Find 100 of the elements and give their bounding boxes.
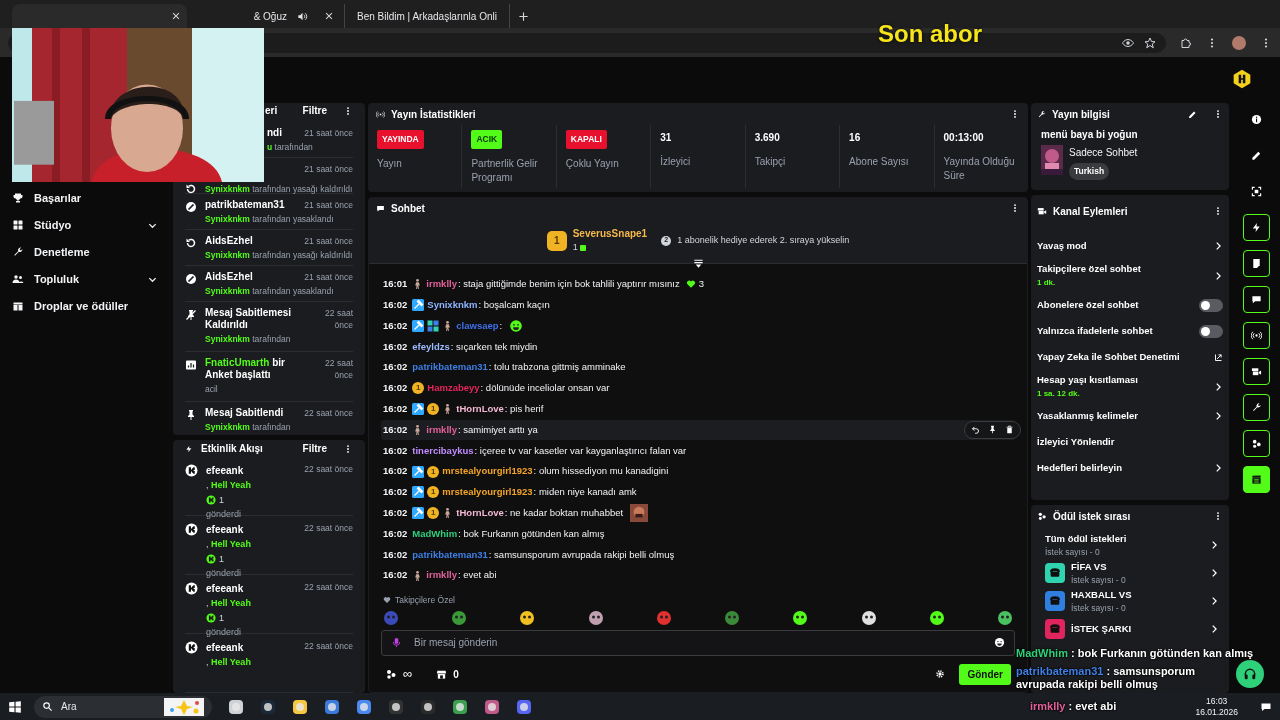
username[interactable]: tHornLove xyxy=(456,506,504,521)
username: efeeank xyxy=(206,641,245,655)
username[interactable]: Synixknkm xyxy=(427,298,478,313)
send-button[interactable]: Gönder xyxy=(959,663,1011,685)
shop-count: 0 xyxy=(453,667,459,682)
reward-title[interactable]: FİFA VS xyxy=(1071,559,1203,574)
timestamp: 22 saat önce xyxy=(324,356,353,381)
username[interactable]: mrstealyourgirl1923 xyxy=(442,485,533,500)
timestamp: 22 saat önce xyxy=(304,406,353,419)
reward-title[interactable]: İSTEK ŞARKI xyxy=(1071,621,1203,637)
nav-item[interactable]: Başarılar xyxy=(12,188,158,208)
panel-title: Yayın İstatistikleri xyxy=(391,107,477,122)
action-label[interactable]: Hesap yaşı kısıtlaması xyxy=(1037,373,1209,388)
log-detail: Synixknkm tarafından yasaklandı xyxy=(205,213,335,226)
action-label[interactable]: Abonelere özel sohbet xyxy=(1037,297,1195,313)
log-detail: Synixknkm tarafından yasağı kaldırıldı xyxy=(205,249,353,262)
message-text: : dölünüde inceliolar onsan var xyxy=(480,381,610,396)
emote-set-label: Takipçilere Özel xyxy=(395,593,455,607)
timestamp: 16:02 xyxy=(383,339,408,354)
activity-verb: gönderdi xyxy=(206,626,243,639)
tier-badge: 1 xyxy=(412,382,425,395)
message-text: : sıçarken tek miydin xyxy=(450,339,538,354)
username[interactable]: irmklly xyxy=(426,422,457,438)
taskbar-search[interactable]: Ara xyxy=(34,695,212,718)
category: Sadece Sohbet xyxy=(1069,146,1138,160)
panel-title: Etkinlik Akışı xyxy=(201,442,264,456)
username[interactable]: tHornLove xyxy=(456,402,504,417)
panel-title: eri xyxy=(265,104,279,118)
username[interactable]: mrstealyourgirl1923 xyxy=(442,464,533,479)
action-label[interactable]: Hedefleri belirleyin xyxy=(1037,460,1209,476)
timestamp: 16:01 xyxy=(383,277,408,292)
stat-value: 16 xyxy=(849,131,862,145)
nav-item[interactable]: Droplar ve ödüller xyxy=(12,296,158,316)
reward-name: , Hell Yeah xyxy=(206,538,252,551)
username[interactable]: efeyldzs xyxy=(412,339,450,354)
stat-label: Partnerlik Gelir Programı xyxy=(471,156,539,185)
stat-label: Çoklu Yayın xyxy=(565,156,620,171)
timestamp: 16:02 xyxy=(383,318,408,333)
action-label[interactable]: Yalnızca ifadelerle sohbet xyxy=(1037,323,1195,339)
nav-item[interactable]: Denetleme xyxy=(12,242,158,262)
status-badge: YAYINDA xyxy=(377,130,424,149)
message-text: : tolu trabzona gittmiş amminake xyxy=(488,360,626,375)
panel-title: Kanal Eylemleri xyxy=(1053,204,1129,219)
message-input[interactable]: Bir mesaj gönderin xyxy=(381,629,1015,656)
activity-verb: gönderdi xyxy=(206,508,243,521)
timestamp: 21 saat önce xyxy=(304,127,353,139)
message-text: : bok Furkanın götünden kan almış xyxy=(458,526,605,541)
action-label[interactable]: Yavaş mod xyxy=(1037,238,1209,254)
timestamp: 16:02 xyxy=(383,568,408,583)
stat-value: 00:13:00 xyxy=(943,131,985,145)
timestamp: 16:02 xyxy=(383,526,408,541)
timestamp: 21 saat önce xyxy=(304,199,353,211)
reward-name: , Hell Yeah xyxy=(206,479,252,492)
timestamp: 21 saat önce xyxy=(304,163,353,175)
username[interactable]: patrikbateman31 xyxy=(412,360,488,375)
action-label[interactable]: Takipçilere özel sohbet xyxy=(1037,262,1209,277)
log-detail: Synixknkm tarafından xyxy=(205,420,292,434)
points-balance: ∞ xyxy=(403,665,413,684)
username[interactable]: tinercibaykus xyxy=(412,443,474,458)
activity-verb: gönderdi xyxy=(206,567,243,580)
username[interactable]: clawsaep xyxy=(456,318,499,334)
timestamp: 22 saat önce xyxy=(304,640,353,653)
log-title: AidsEzhel xyxy=(205,235,254,247)
stat-label: Abone Sayısı xyxy=(849,155,910,169)
log-title: ndi xyxy=(267,127,283,139)
message-text: : ne kadar boktan muhabbet xyxy=(504,506,624,521)
username[interactable]: patrikbateman31 xyxy=(412,547,488,562)
message-text: : pis herif xyxy=(504,402,544,417)
filter-button[interactable]: Filtre xyxy=(302,441,327,456)
username[interactable]: MadWhim xyxy=(412,526,458,542)
log-note: acil xyxy=(205,382,219,396)
username: efeeank xyxy=(206,582,245,596)
action-label[interactable]: Yapay Zeka ile Sohbet Denetimi xyxy=(1037,349,1210,365)
nav-item[interactable]: Stüdyo xyxy=(12,215,158,235)
stat-label: Yayında Olduğu Süre xyxy=(943,155,1016,183)
request-count: İstek sayısı - 0 xyxy=(1045,545,1101,559)
panel-title: Ödül istek sırası xyxy=(1053,509,1132,524)
username[interactable]: irmklly xyxy=(426,568,457,583)
action-label[interactable]: Yasaklanmış kelimeler xyxy=(1037,408,1209,424)
tier-badge: 1 xyxy=(427,465,440,478)
clock-time: 16:03 xyxy=(1206,695,1228,707)
username[interactable]: Hamzabeyy xyxy=(427,381,480,396)
message-text: : olum hissediyon mu kanadigini xyxy=(533,464,669,479)
action-label[interactable]: İzleyici Yönlendir xyxy=(1037,434,1223,450)
timestamp: 16:02 xyxy=(383,464,408,479)
log-title: Mesaj Sabitlendi xyxy=(205,406,285,419)
status-badge: KAPALI xyxy=(565,130,607,149)
nav-item[interactable]: Topluluk xyxy=(12,269,158,289)
reward-title[interactable]: Tüm ödül istekleri xyxy=(1045,531,1203,546)
timestamp: 16:02 xyxy=(383,547,408,562)
reward-title[interactable]: HAXBALL VS xyxy=(1071,587,1203,602)
message-text: : staja gittiğimde benim için bok tahlili yaptırır mısınız xyxy=(457,277,680,292)
tier-badge: 1 xyxy=(427,507,440,520)
amount: 1 xyxy=(219,493,224,507)
timestamp: 16:02 xyxy=(383,381,408,396)
message-text: : samsunsporum avrupada rakipi belli olmuş xyxy=(488,547,675,562)
filter-button[interactable]: Filtre xyxy=(302,103,327,118)
action-value: 1 dk. xyxy=(1037,276,1057,289)
request-count: İstek sayısı - 0 xyxy=(1071,601,1127,615)
username[interactable]: irmklly xyxy=(426,277,457,292)
